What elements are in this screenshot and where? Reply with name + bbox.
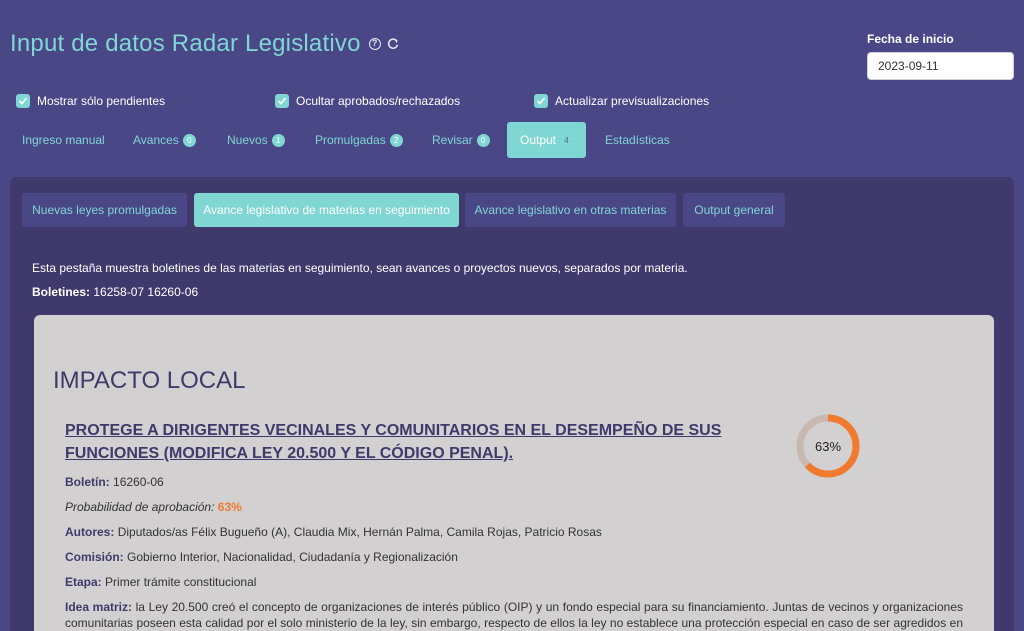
approval-donut-chart: 63%	[796, 414, 860, 478]
filter-checkboxes: Mostrar sólo pendientes Ocultar aprobado…	[16, 94, 1016, 110]
checkbox-checked-icon[interactable]	[534, 94, 548, 108]
output-subtabs: Nuevas leyes promulgadas Avance legislat…	[22, 193, 802, 227]
subtab-avance-seguimiento[interactable]: Avance legislativo de materias en seguim…	[194, 193, 459, 227]
subtab-avance-otras[interactable]: Avance legislativo en otras materias	[465, 193, 676, 227]
date-label: Fecha de inicio	[867, 32, 954, 46]
checkbox-label: Actualizar previsualizaciones	[555, 94, 710, 108]
idea-label: Idea matriz:	[65, 600, 132, 614]
start-date-input[interactable]	[867, 52, 1014, 80]
probability-value: 63%	[217, 500, 242, 514]
donut-label: 63%	[815, 439, 841, 454]
count-badge: 1	[271, 133, 285, 147]
refresh-icon[interactable]	[387, 38, 399, 50]
subtab-output-general[interactable]: Output general	[683, 193, 785, 227]
tab-avances[interactable]: Avances 0	[121, 122, 208, 158]
date-block: Fecha de inicio	[867, 32, 1014, 80]
app-page: Input de datos Radar Legislativo ? Fecha…	[0, 0, 1024, 631]
probability-label: Probabilidad de aprobación:	[65, 500, 215, 514]
etapa-value: Primer trámite constitucional	[105, 575, 257, 589]
tab-label: Avances	[133, 133, 179, 147]
boletines-value: 16258-07 16260-06	[93, 285, 199, 299]
checkbox-hide-approved[interactable]: Ocultar aprobados/rechazados	[275, 94, 460, 108]
output-panel: Nuevas leyes promulgadas Avance legislat…	[10, 177, 1014, 631]
tab-label: Ingreso manual	[22, 133, 105, 147]
tab-nuevos[interactable]: Nuevos 1	[215, 122, 297, 158]
checkbox-label: Ocultar aprobados/rechazados	[296, 94, 461, 108]
tab-label: Output	[519, 133, 557, 147]
checkbox-only-pending[interactable]: Mostrar sólo pendientes	[16, 94, 165, 108]
question-circle-icon[interactable]: ?	[368, 38, 381, 50]
checkbox-label: Mostrar sólo pendientes	[37, 94, 166, 108]
count-badge: 2	[389, 133, 403, 147]
boletines-label: Boletines:	[32, 285, 91, 299]
count-badge: 0	[182, 133, 196, 147]
comision-value: Gobierno Interior, Nacionalidad, Ciudada…	[127, 550, 458, 564]
tab-label: Nuevos	[227, 133, 268, 147]
help-icon-wrap[interactable]: ?	[368, 38, 381, 50]
main-tabs: Ingreso manual Avances 0 Nuevos 1 Promul…	[10, 122, 710, 158]
idea-matriz-field: Idea matriz: la Ley 20.500 creó el conce…	[65, 599, 963, 631]
tab-output[interactable]: Output 4	[507, 122, 586, 158]
tab-ingreso-manual[interactable]: Ingreso manual	[10, 122, 117, 158]
checkbox-update-previews[interactable]: Actualizar previsualizaciones	[534, 94, 709, 108]
boletin-field: Boletín: 16260-06	[65, 475, 164, 489]
preview-card: IMPACTO LOCAL PROTEGE A DIRIGENTES VECIN…	[34, 315, 994, 631]
subtab-nuevas-leyes[interactable]: Nuevas leyes promulgadas	[22, 193, 187, 227]
probability-field: Probabilidad de aprobación: 63%	[65, 500, 242, 514]
checkbox-checked-icon[interactable]	[275, 94, 289, 108]
checkbox-checked-icon[interactable]	[16, 94, 30, 108]
etapa-label: Etapa:	[65, 575, 102, 589]
header: Input de datos Radar Legislativo ?	[10, 30, 399, 58]
tab-promulgadas[interactable]: Promulgadas 2	[303, 122, 415, 158]
count-badge: 0	[476, 133, 490, 147]
tab-revisar[interactable]: Revisar 0	[420, 122, 502, 158]
comision-label: Comisión:	[65, 550, 124, 564]
tab-label: Estadísticas	[605, 133, 670, 147]
idea-value: la Ley 20.500 creó el concepto de organi…	[65, 600, 963, 630]
autores-value: Diputados/as Félix Bugueño (A), Claudia …	[117, 525, 602, 539]
autores-label: Autores:	[65, 525, 115, 539]
tab-label: Revisar	[432, 133, 473, 147]
tab-description: Esta pestaña muestra boletines de las ma…	[32, 261, 688, 275]
count-badge: 4	[564, 135, 569, 145]
tab-label: Promulgadas	[315, 133, 386, 147]
boletin-value: 16260-06	[113, 475, 164, 489]
page-title: Input de datos Radar Legislativo	[10, 30, 361, 57]
tab-estadisticas[interactable]: Estadísticas	[593, 122, 682, 158]
bill-title-link[interactable]: PROTEGE A DIRIGENTES VECINALES Y COMUNIT…	[65, 419, 785, 465]
comision-field: Comisión: Gobierno Interior, Nacionalida…	[65, 550, 458, 564]
boletines-line: Boletines: 16258-07 16260-06	[32, 285, 198, 299]
etapa-field: Etapa: Primer trámite constitucional	[65, 575, 256, 589]
autores-field: Autores: Diputados/as Félix Bugueño (A),…	[65, 525, 602, 539]
boletin-label: Boletín:	[65, 475, 110, 489]
section-heading: IMPACTO LOCAL	[53, 367, 246, 394]
